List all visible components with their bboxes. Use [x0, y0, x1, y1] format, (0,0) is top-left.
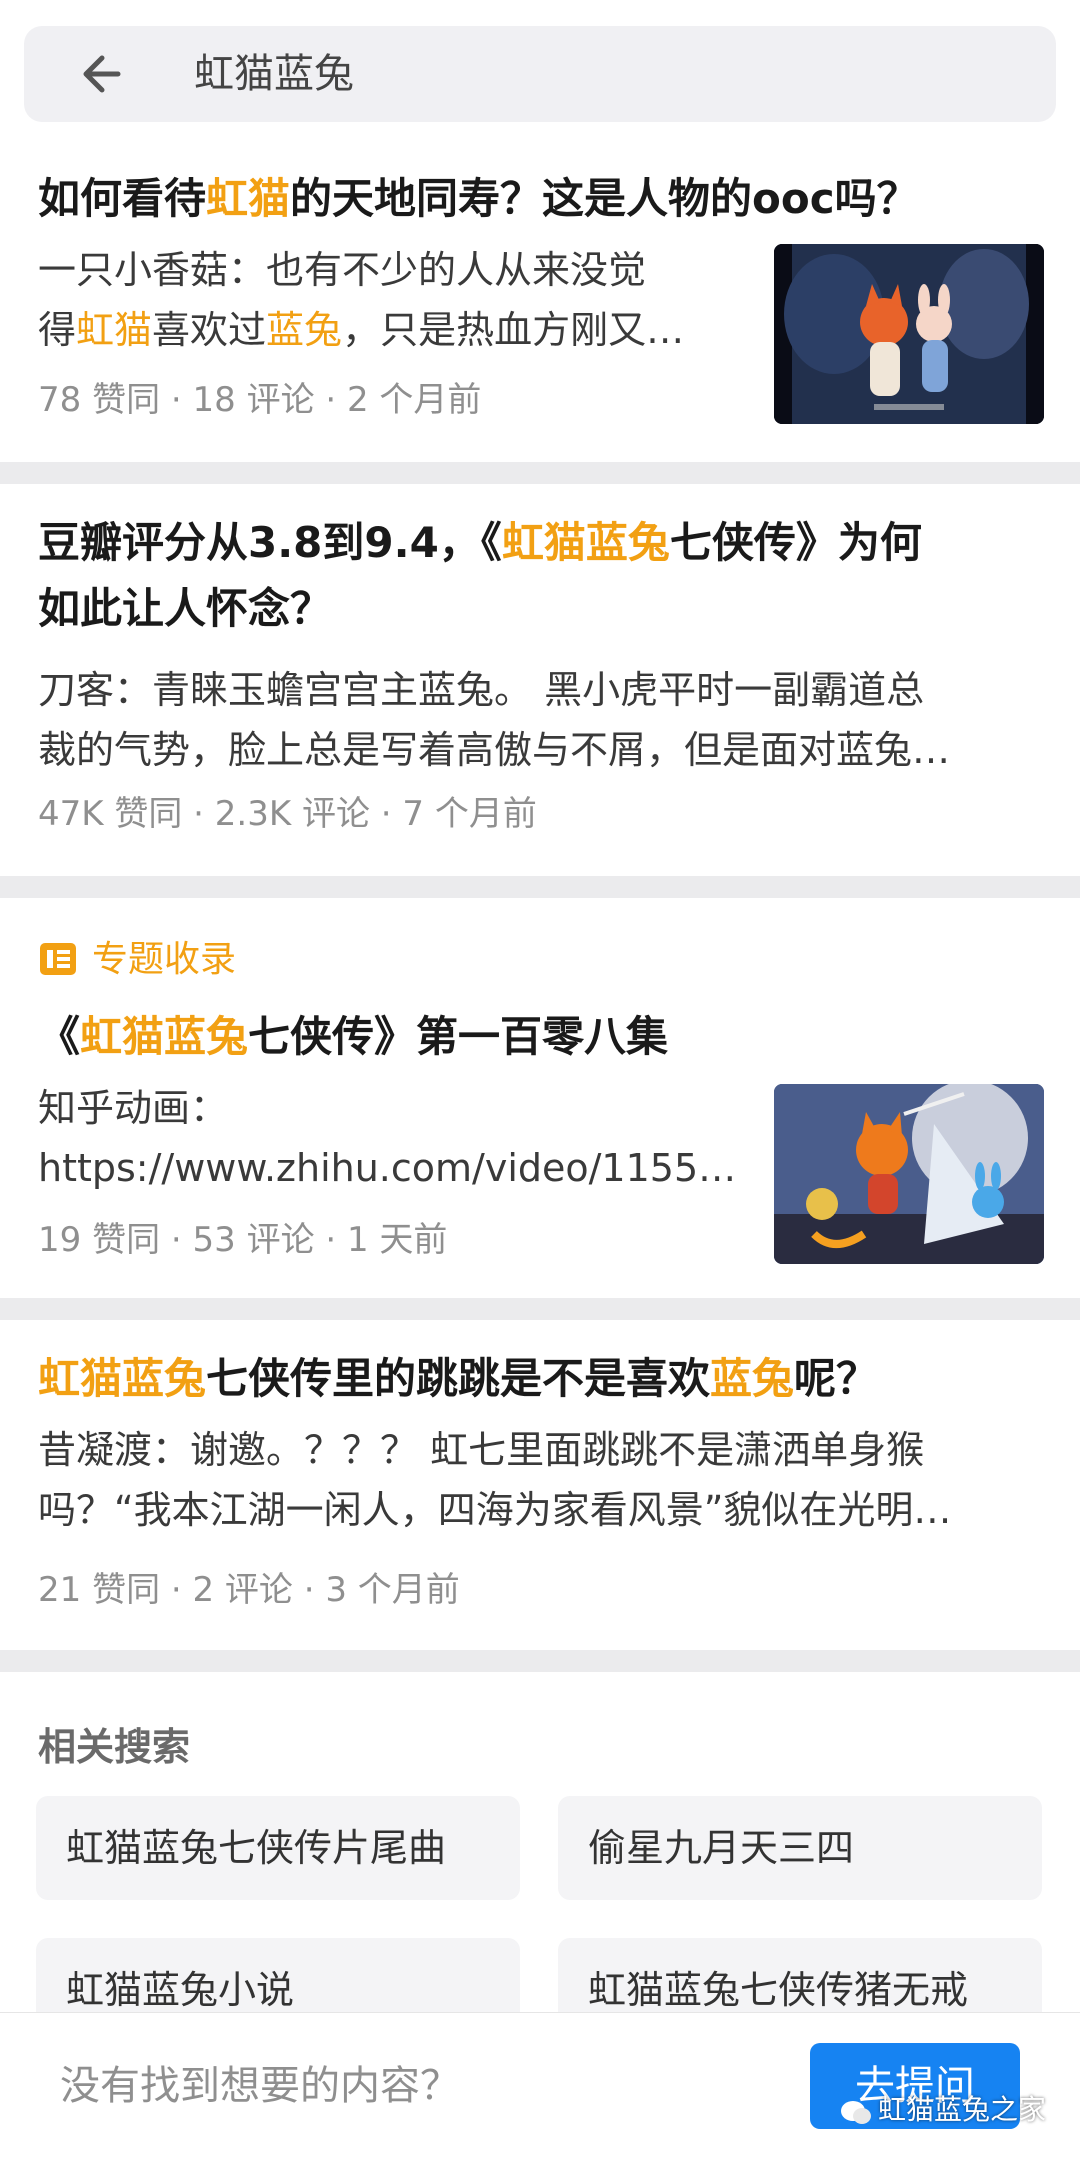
result-excerpt: 知乎动画： https://www.zhihu.com/video/1155… [38, 1086, 737, 1190]
watermark: 虹猫蓝兔之家 [840, 2090, 1046, 2130]
result-title[interactable]: 虹猫蓝兔七侠传里的跳跳是不是喜欢蓝兔呢？ [38, 1346, 878, 1412]
result-title[interactable]: 如何看待虹猫的天地同寿？这是人物的ooc吗？ [38, 166, 919, 232]
header: 虹猫蓝兔 [0, 0, 1080, 140]
related-search-item[interactable]: 偷星九月天三四 [558, 1796, 1042, 1900]
result-title[interactable]: 《虹猫蓝兔七侠传》第一百零八集 [38, 1004, 668, 1070]
result-card[interactable]: 专题收录 《虹猫蓝兔七侠传》第一百零八集 知乎动画： https://www.z… [0, 898, 1080, 1298]
back-arrow-icon[interactable] [76, 46, 132, 102]
related-searches-title: 相关搜索 [38, 1725, 191, 1769]
search-query[interactable]: 虹猫蓝兔 [194, 46, 354, 102]
wechat-icon [840, 2101, 871, 2124]
cartoon-heroes-image [774, 1084, 1044, 1264]
result-thumbnail[interactable] [774, 1084, 1044, 1264]
result-card[interactable]: 虹猫蓝兔七侠传里的跳跳是不是喜欢蓝兔呢？ 昔凝渡：谢邀。？？？ 虹七里面跳跳不是… [0, 1320, 1080, 1650]
article-icon [40, 943, 76, 975]
topic-tag: 专题收录 [38, 936, 236, 984]
result-card[interactable]: 如何看待虹猫的天地同寿？这是人物的ooc吗？ 一只小香菇：也有不少的人从来没觉 … [0, 140, 1080, 462]
result-excerpt: 昔凝渡：谢邀。？？？ 虹七里面跳跳不是潇洒单身猴 吗？“我本江湖一闲人，四海为家… [38, 1428, 952, 1532]
result-card[interactable]: 豆瓣评分从3.8到9.4，《虹猫蓝兔七侠传》为何 如此让人怀念？ 刀客：青睐玉蟾… [0, 484, 1080, 876]
result-meta: 19 赞同 · 53 评论 · 1 天前 [38, 1220, 448, 1260]
search-bar[interactable]: 虹猫蓝兔 [24, 26, 1056, 122]
result-meta: 21 赞同 · 2 评论 · 3 个月前 [38, 1570, 460, 1610]
not-found-prompt: 没有找到想要的内容？ [60, 2063, 460, 2109]
result-meta: 47K 赞同 · 2.3K 评论 · 7 个月前 [38, 794, 537, 834]
result-thumbnail[interactable] [774, 244, 1044, 424]
result-excerpt: 一只小香菇：也有不少的人从来没觉 得虹猫喜欢过蓝兔，只是热血方刚又… [38, 248, 685, 352]
result-title[interactable]: 豆瓣评分从3.8到9.4，《虹猫蓝兔七侠传》为何 如此让人怀念？ [38, 510, 922, 642]
cartoon-scene-image [774, 244, 1044, 424]
footer-bar: 没有找到想要的内容？ 去提问 虹猫蓝兔之家 [0, 2012, 1080, 2160]
result-excerpt: 刀客：青睐玉蟾宫宫主蓝兔。 黑小虎平时一副霸道总 裁的气势，脸上总是写着高傲与不… [38, 668, 951, 772]
result-meta: 78 赞同 · 18 评论 · 2 个月前 [38, 380, 482, 420]
related-search-item[interactable]: 虹猫蓝兔七侠传片尾曲 [36, 1796, 520, 1900]
search-results-screen: 虹猫蓝兔 如何看待虹猫的天地同寿？这是人物的ooc吗？ 一只小香菇：也有不少的人… [0, 0, 1080, 2160]
